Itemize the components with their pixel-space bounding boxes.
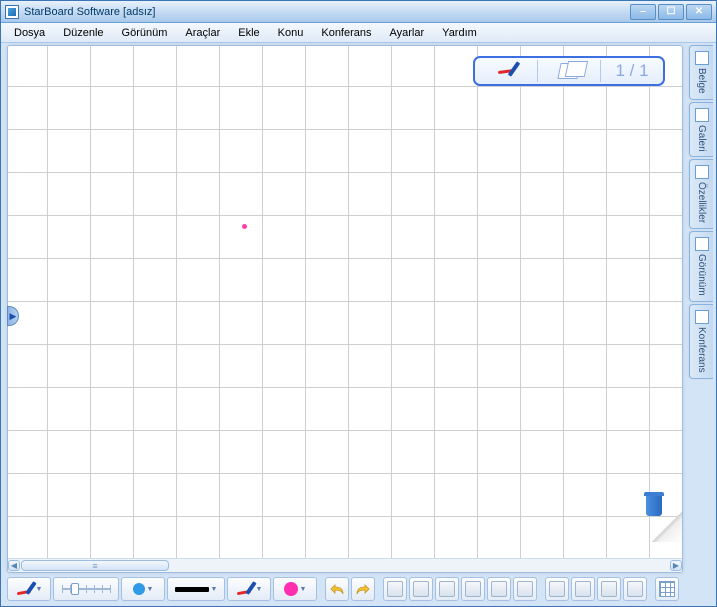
menu-ayarlar[interactable]: Ayarlar xyxy=(383,25,432,41)
group-btn-4[interactable] xyxy=(461,577,485,601)
line-icon xyxy=(175,587,209,592)
action-icon xyxy=(491,581,507,597)
page-count-label: 1 / 1 xyxy=(601,58,663,84)
chevron-down-icon: ▼ xyxy=(147,586,154,593)
drawing-canvas[interactable]: 1 / 1 xyxy=(8,46,682,558)
menu-bar: Dosya Düzenle Görünüm Araçlar Ekle Konu … xyxy=(1,23,716,43)
action-icon xyxy=(575,581,591,597)
redo-button[interactable] xyxy=(351,577,375,601)
menu-duzenle[interactable]: Düzenle xyxy=(56,25,110,41)
chevron-down-icon: ▼ xyxy=(36,586,43,593)
group-btn-2[interactable] xyxy=(409,577,433,601)
nav-btn-2[interactable] xyxy=(571,577,595,601)
group-btn-6[interactable] xyxy=(513,577,537,601)
window-title: StarBoard Software [adsız] xyxy=(24,6,630,18)
action-icon xyxy=(387,581,403,597)
group-btn-5[interactable] xyxy=(487,577,511,601)
menu-araclar[interactable]: Araçlar xyxy=(178,25,227,41)
side-tabs: Belge Galeri Özellikler Görünüm Konferan… xyxy=(689,45,713,379)
conference-icon xyxy=(695,310,709,324)
pen-mode-icon[interactable] xyxy=(475,58,537,84)
menu-ekle[interactable]: Ekle xyxy=(231,25,266,41)
chevron-down-icon: ▼ xyxy=(211,586,218,593)
properties-icon xyxy=(695,165,709,179)
chevron-down-icon: ▼ xyxy=(300,586,307,593)
group-btn-3[interactable] xyxy=(435,577,459,601)
redo-icon xyxy=(355,582,371,596)
close-button[interactable]: ✕ xyxy=(686,4,712,20)
minimize-button[interactable]: – xyxy=(630,4,656,20)
menu-dosya[interactable]: Dosya xyxy=(7,25,52,41)
line-width-slider[interactable] xyxy=(53,577,119,601)
menu-gorunum[interactable]: Görünüm xyxy=(115,25,175,41)
pen-icon xyxy=(16,580,34,598)
app-icon xyxy=(5,5,19,19)
menu-konferans[interactable]: Konferans xyxy=(314,25,378,41)
grid-icon xyxy=(659,581,675,597)
action-icon xyxy=(439,581,455,597)
tab-belge[interactable]: Belge xyxy=(689,45,713,100)
canvas-mark-dot xyxy=(242,224,247,229)
nav-btn-3[interactable] xyxy=(597,577,621,601)
group-btn-1[interactable] xyxy=(383,577,407,601)
pen-tool-button[interactable]: ▼ xyxy=(227,577,271,601)
tab-galeri[interactable]: Galeri xyxy=(689,102,713,158)
document-icon xyxy=(695,51,709,65)
menu-konu[interactable]: Konu xyxy=(271,25,311,41)
page-curl-icon[interactable] xyxy=(652,512,682,542)
view-icon xyxy=(695,237,709,251)
action-icon xyxy=(517,581,533,597)
maximize-button[interactable]: ☐ xyxy=(658,4,684,20)
circle-icon xyxy=(284,582,298,596)
bottom-toolbar: ▼ ▼ ▼ ▼ ▼ xyxy=(7,576,710,602)
tab-gorunum[interactable]: Görünüm xyxy=(689,231,713,302)
action-icon xyxy=(601,581,617,597)
canvas-frame: 1 / 1 ◀ ≡ ▶ xyxy=(7,45,683,573)
pages-icon[interactable] xyxy=(538,58,600,84)
line-style-button[interactable]: ▼ xyxy=(167,577,225,601)
chevron-down-icon: ▼ xyxy=(256,586,263,593)
circle-icon xyxy=(133,583,145,595)
nav-btn-4[interactable] xyxy=(623,577,647,601)
select-tool-button[interactable]: ▼ xyxy=(7,577,51,601)
tab-ozellikler[interactable]: Özellikler xyxy=(689,159,713,229)
pen-icon xyxy=(236,580,254,598)
scroll-right-button[interactable]: ▶ xyxy=(670,560,682,571)
tab-konferans[interactable]: Konferans xyxy=(689,304,713,379)
nav-btn-1[interactable] xyxy=(545,577,569,601)
horizontal-scrollbar[interactable]: ◀ ≡ ▶ xyxy=(8,558,682,572)
scroll-thumb[interactable]: ≡ xyxy=(21,560,169,571)
slider-thumb[interactable] xyxy=(71,583,79,595)
action-icon xyxy=(465,581,481,597)
undo-icon xyxy=(329,582,345,596)
color-pink-button[interactable]: ▼ xyxy=(273,577,317,601)
page-indicator[interactable]: 1 / 1 xyxy=(473,56,665,86)
color-blue-button[interactable]: ▼ xyxy=(121,577,165,601)
gallery-icon xyxy=(695,108,709,122)
undo-button[interactable] xyxy=(325,577,349,601)
grid-toggle-button[interactable] xyxy=(655,577,679,601)
action-icon xyxy=(549,581,565,597)
action-icon xyxy=(413,581,429,597)
title-bar: StarBoard Software [adsız] – ☐ ✕ xyxy=(1,1,716,23)
scroll-left-button[interactable]: ◀ xyxy=(8,560,20,571)
menu-yardim[interactable]: Yardım xyxy=(435,25,484,41)
action-icon xyxy=(627,581,643,597)
